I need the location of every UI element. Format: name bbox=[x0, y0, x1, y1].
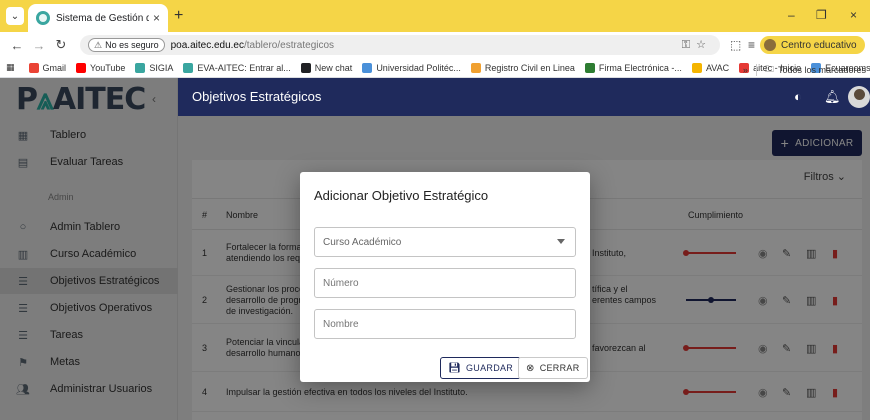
notifications-icon[interactable]: 🔔︎ bbox=[824, 89, 841, 105]
site-favicon-icon bbox=[36, 11, 50, 25]
theme-toggle-icon[interactable]: ◐ bbox=[794, 89, 802, 104]
bookmark-label: AVAC bbox=[705, 62, 730, 73]
reload-icon[interactable]: ↻ bbox=[50, 37, 72, 53]
bookmark-favicon-icon bbox=[584, 62, 595, 73]
new-tab-icon[interactable]: + bbox=[174, 8, 183, 24]
name-input[interactable] bbox=[323, 318, 567, 330]
number-input[interactable] bbox=[323, 277, 567, 289]
tab-close-icon[interactable]: × bbox=[153, 11, 160, 25]
window-close-icon[interactable]: × bbox=[850, 8, 857, 22]
extensions-icon[interactable]: ⬚ bbox=[730, 38, 741, 52]
profile-avatar bbox=[764, 39, 776, 51]
bookmark-favicon-icon bbox=[28, 62, 39, 73]
bookmark-favicon-icon bbox=[470, 62, 481, 73]
close-button[interactable]: ⊗ CERRAR bbox=[518, 357, 588, 379]
folder-icon: 🗀 bbox=[764, 64, 774, 74]
bookmark-label: YouTube bbox=[90, 62, 126, 73]
all-bookmarks-label: Todos los marcadores bbox=[777, 65, 866, 75]
url-path: /tablero/estrategicos bbox=[244, 39, 335, 51]
profile-label: Centro educativo bbox=[781, 39, 857, 51]
bookmark-label: Registro Civil en Linea bbox=[484, 62, 575, 73]
dialog-title: Adicionar Objetivo Estratégico bbox=[314, 188, 489, 203]
tab-title: Sistema de Gestión del POA bbox=[56, 12, 149, 24]
bookmark-item[interactable]: AVAC bbox=[691, 62, 730, 73]
tab-search-icon[interactable]: ⌄ bbox=[6, 7, 24, 25]
address-bar: ← → ↻ ⚠ No es seguro poa.aitec.edu.ec/ta… bbox=[0, 32, 870, 58]
bookmark-label: Gmail bbox=[42, 62, 67, 73]
add-objective-dialog: Adicionar Objetivo Estratégico Curso Aca… bbox=[300, 172, 590, 382]
number-field[interactable] bbox=[314, 268, 576, 298]
bookmark-item[interactable]: SIGIA bbox=[135, 62, 174, 73]
user-avatar[interactable] bbox=[848, 86, 870, 108]
save-button[interactable]: 💾︎ GUARDAR bbox=[440, 357, 522, 379]
url-host: poa.aitec.edu.ec bbox=[170, 39, 244, 51]
bookmark-item[interactable]: New chat bbox=[300, 62, 353, 73]
bookmark-label: New chat bbox=[314, 62, 353, 73]
bookmark-favicon-icon bbox=[362, 62, 373, 73]
restore-icon[interactable]: ❐ bbox=[816, 8, 827, 22]
save-icon: 💾︎ bbox=[448, 362, 461, 374]
bookmark-item[interactable]: Universidad Politéc... bbox=[362, 62, 461, 73]
close-circle-icon: ⊗ bbox=[526, 362, 535, 374]
bookmark-label: Universidad Politéc... bbox=[376, 62, 461, 73]
browser-titlebar: ⌄ Sistema de Gestión del POA × + – ❐ × bbox=[0, 0, 870, 32]
reading-list-icon[interactable]: ≡ bbox=[748, 38, 755, 52]
omnibox[interactable]: ⚠ No es seguro poa.aitec.edu.ec/tablero/… bbox=[80, 35, 720, 55]
bookmarks-bar: ▦ Gmail YouTube SIGIA EVA-AITEC: Entrar al.… bbox=[0, 58, 870, 78]
profile-chip[interactable]: Centro educativo bbox=[760, 36, 865, 54]
bookmarks-divider-right bbox=[755, 64, 757, 76]
forward-icon[interactable]: → bbox=[28, 38, 50, 53]
bookmark-favicon-icon bbox=[300, 62, 311, 73]
security-chip[interactable]: ⚠ No es seguro bbox=[88, 38, 165, 52]
name-field[interactable] bbox=[314, 309, 576, 339]
warning-icon: ⚠ bbox=[94, 39, 103, 50]
modal-backdrop-sidebar[interactable] bbox=[0, 78, 178, 420]
bookmark-label: EVA-AITEC: Entrar al... bbox=[197, 62, 291, 73]
minimize-icon[interactable]: – bbox=[788, 8, 795, 22]
apps-icon[interactable]: ▦ bbox=[6, 62, 15, 73]
back-icon[interactable]: ← bbox=[6, 38, 28, 53]
bookmark-label: SIGIA bbox=[149, 62, 174, 73]
bookmark-favicon-icon bbox=[76, 62, 87, 73]
course-select[interactable]: Curso Académico bbox=[314, 227, 576, 257]
key-and-star-icons[interactable]: ⚿☆ bbox=[682, 38, 712, 52]
page-title: Objetivos Estratégicos bbox=[192, 89, 322, 104]
bookmark-item[interactable]: Firma Electrónica -... bbox=[584, 62, 682, 73]
all-bookmarks[interactable]: » 🗀 Todos los marcadores bbox=[743, 62, 866, 77]
close-label: CERRAR bbox=[539, 363, 580, 373]
bookmark-item[interactable]: YouTube bbox=[76, 62, 126, 73]
bookmark-label: Firma Electrónica -... bbox=[598, 62, 682, 73]
bookmark-favicon-icon bbox=[183, 62, 194, 73]
browser-tab[interactable]: Sistema de Gestión del POA × bbox=[28, 4, 168, 32]
insecure-label: No es seguro bbox=[105, 40, 159, 50]
bookmark-item[interactable]: Registro Civil en Linea bbox=[470, 62, 575, 73]
course-select-placeholder: Curso Académico bbox=[323, 236, 402, 248]
bookmark-item[interactable]: EVA-AITEC: Entrar al... bbox=[183, 62, 291, 73]
bookmark-favicon-icon bbox=[691, 62, 702, 73]
bookmark-favicon-icon bbox=[135, 62, 146, 73]
dropdown-caret-icon bbox=[557, 239, 565, 244]
app-header: Objetivos Estratégicos ◐ 🔔︎ bbox=[178, 78, 870, 116]
more-bookmarks-icon[interactable]: » bbox=[743, 65, 748, 75]
save-label: GUARDAR bbox=[466, 363, 514, 373]
bookmark-item[interactable]: Gmail bbox=[28, 62, 67, 73]
